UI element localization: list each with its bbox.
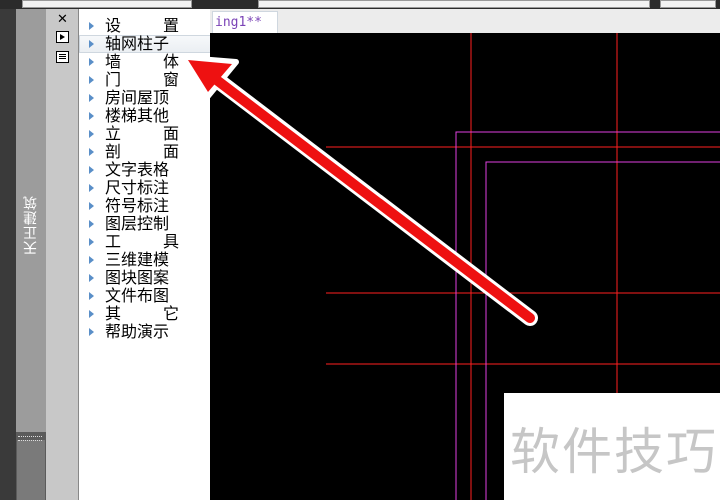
watermark-text: 软件技巧 <box>510 423 718 481</box>
red-arrow-icon <box>183 55 538 326</box>
